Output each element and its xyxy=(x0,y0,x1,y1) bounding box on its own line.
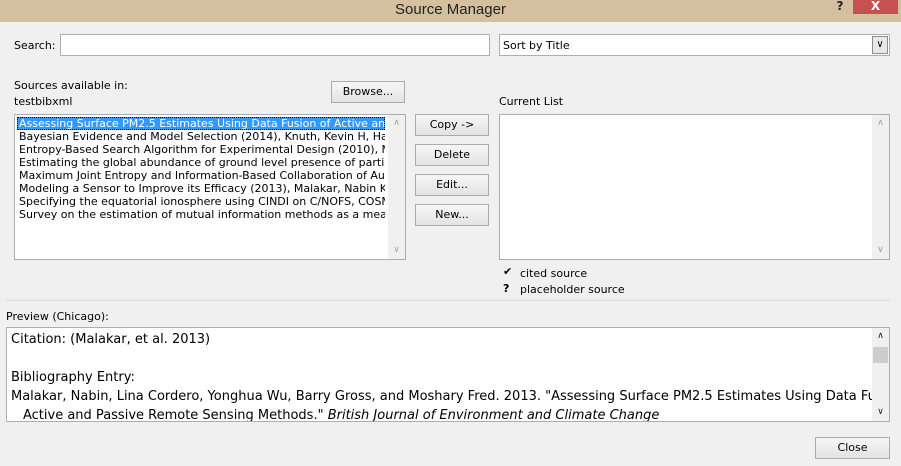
preview-bib-heading: Bibliography Entry: xyxy=(11,370,135,385)
window-title: Source Manager xyxy=(395,1,506,18)
list-item[interactable]: Modeling a Sensor to Improve its Efficac… xyxy=(15,182,385,195)
question-icon: ? xyxy=(503,282,510,295)
sources-label: Sources available in: xyxy=(14,79,128,92)
list-item[interactable]: Bayesian Evidence and Model Selection (2… xyxy=(15,130,385,143)
list-item[interactable]: Entropy-Based Search Algorithm for Exper… xyxy=(15,143,385,156)
preview-bib-line-2-text: Active and Passive Remote Sensing Method… xyxy=(23,408,328,422)
window-close-button[interactable]: X xyxy=(853,0,898,14)
title-bar: Source Manager ? X xyxy=(0,0,901,22)
preview-citation: Citation: (Malakar, et al. 2013) xyxy=(11,332,211,347)
scroll-up-icon[interactable]: ∧ xyxy=(872,328,889,345)
delete-button[interactable]: Delete xyxy=(415,144,489,166)
scroll-down-icon[interactable]: ∨ xyxy=(872,404,889,421)
placeholder-source-legend: placeholder source xyxy=(520,283,625,296)
scroll-thumb[interactable] xyxy=(873,347,888,363)
preview-journal-title: British Journal of Environment and Clima… xyxy=(327,408,660,422)
sources-location: testbibxml xyxy=(14,95,73,108)
preview-pane[interactable]: Citation: (Malakar, et al. 2013) Bibliog… xyxy=(6,327,890,422)
list-item[interactable]: Estimating the global abundance of groun… xyxy=(15,156,385,169)
divider xyxy=(6,300,890,301)
current-list[interactable]: ∧ ∨ xyxy=(499,114,890,260)
sources-scrollbar[interactable]: ∧ ∨ xyxy=(388,115,405,259)
scroll-down-icon[interactable]: ∨ xyxy=(388,242,405,259)
cited-source-legend: cited source xyxy=(520,267,588,280)
sources-list[interactable]: Assessing Surface PM2.5 Estimates Using … xyxy=(14,114,406,260)
sort-dropdown[interactable]: Sort by Title ∨ xyxy=(499,34,890,56)
preview-bib-line-2: Active and Passive Remote Sensing Method… xyxy=(7,406,889,422)
chevron-down-icon[interactable]: ∨ xyxy=(872,36,888,54)
scroll-up-icon[interactable]: ∧ xyxy=(872,115,889,132)
scroll-down-icon[interactable]: ∨ xyxy=(872,242,889,259)
preview-blank-line xyxy=(7,349,889,368)
preview-scrollbar[interactable]: ∧ ∨ xyxy=(872,328,889,421)
list-item[interactable]: Specifying the equatorial ionosphere usi… xyxy=(15,195,385,208)
current-list-label: Current List xyxy=(499,95,564,108)
edit-button[interactable]: Edit... xyxy=(415,174,489,196)
help-button[interactable]: ? xyxy=(832,0,848,14)
check-icon: ✔ xyxy=(503,265,513,278)
preview-bib-line-1: Malakar, Nabin, Lina Cordero, Yonghua Wu… xyxy=(11,389,890,404)
list-item[interactable]: Survey on the estimation of mutual infor… xyxy=(15,208,385,221)
search-input[interactable] xyxy=(60,34,490,56)
sort-selected-value: Sort by Title xyxy=(503,39,570,52)
list-item[interactable]: Maximum Joint Entropy and Information-Ba… xyxy=(15,169,385,182)
current-list-scrollbar[interactable]: ∧ ∨ xyxy=(872,115,889,259)
close-button[interactable]: Close xyxy=(815,437,890,459)
new-button[interactable]: New... xyxy=(415,204,489,226)
scroll-up-icon[interactable]: ∧ xyxy=(388,115,405,132)
copy-button[interactable]: Copy -> xyxy=(415,114,489,136)
browse-button[interactable]: Browse... xyxy=(331,81,405,103)
list-item[interactable]: Assessing Surface PM2.5 Estimates Using … xyxy=(17,117,385,130)
search-label: Search: xyxy=(14,39,56,52)
preview-label: Preview (Chicago): xyxy=(6,310,109,323)
